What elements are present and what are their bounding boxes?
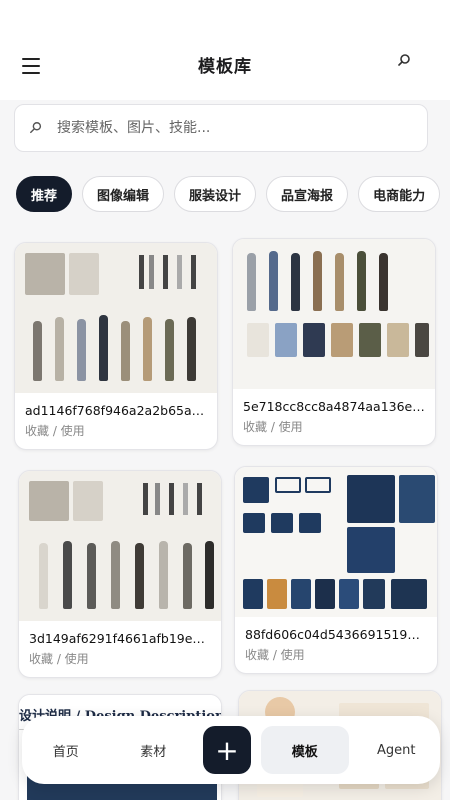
template-name: 5e718cc8cc8a4874aa136e4... [243, 399, 433, 414]
nav-agent[interactable]: Agent [353, 726, 441, 774]
template-card[interactable]: 3d149af6291f4661afb19e62... 收藏 / 使用 [18, 470, 222, 678]
template-actions[interactable]: 收藏 / 使用 [233, 416, 435, 445]
search-icon [30, 122, 42, 134]
page-title: 模板库 [198, 57, 252, 77]
tab-image-edit[interactable]: 图像编辑 [82, 176, 165, 212]
template-actions[interactable]: 收藏 / 使用 [19, 648, 221, 677]
tab-brand-poster[interactable]: 品宣海报 [266, 176, 349, 212]
create-plus-button[interactable]: + [203, 726, 251, 774]
template-actions[interactable]: 收藏 / 使用 [235, 644, 437, 673]
bottom-navigation: 首页 素材 + 模板 Agent [22, 716, 440, 784]
app-header: 模板库 [0, 0, 450, 100]
category-tabs: 推荐 图像编辑 服装设计 品宣海报 电商能力 [16, 176, 450, 216]
nav-materials[interactable]: 素材 [110, 726, 198, 774]
template-thumbnail [15, 243, 217, 393]
template-card[interactable]: 88fd606c04d543669151985... 收藏 / 使用 [234, 466, 438, 674]
tab-fashion-design[interactable]: 服装设计 [174, 176, 257, 212]
tab-recommended[interactable]: 推荐 [16, 176, 73, 212]
template-card[interactable]: 5e718cc8cc8a4874aa136e4... 收藏 / 使用 [232, 238, 436, 446]
search-input[interactable] [57, 120, 397, 136]
template-actions[interactable]: 收藏 / 使用 [15, 420, 217, 449]
nav-home[interactable]: 首页 [22, 726, 110, 774]
search-icon[interactable] [398, 53, 414, 69]
template-card[interactable]: ad1146f768f946a2a2b65af0... 收藏 / 使用 [14, 242, 218, 450]
template-name: ad1146f768f946a2a2b65af0... [25, 403, 216, 418]
template-thumbnail [235, 467, 437, 617]
template-name: 3d149af6291f4661afb19e62... [29, 631, 221, 646]
tab-ecommerce[interactable]: 电商能力 [358, 176, 441, 212]
search-bar [14, 104, 428, 152]
template-thumbnail [19, 471, 221, 621]
nav-templates[interactable]: 模板 [261, 726, 349, 774]
template-thumbnail [233, 239, 435, 389]
template-name: 88fd606c04d543669151985... [245, 627, 436, 642]
